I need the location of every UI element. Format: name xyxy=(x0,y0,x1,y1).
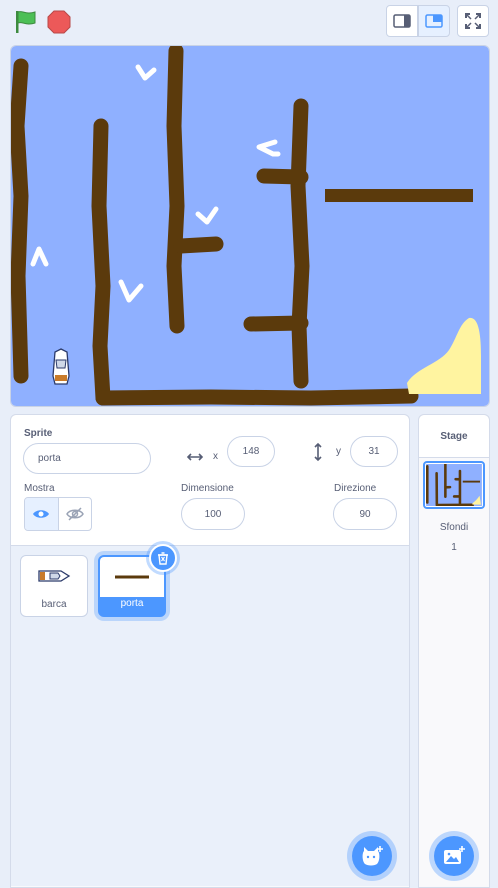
eye-slash-icon xyxy=(65,507,84,521)
fullscreen-icon xyxy=(465,13,481,29)
boat-icon xyxy=(38,570,71,582)
direction-label: Direzione xyxy=(334,483,377,494)
show-label: Mostra xyxy=(24,483,55,494)
choose-sprite-button[interactable] xyxy=(352,836,392,876)
green-flag-button[interactable] xyxy=(12,8,40,36)
backdrop-add-icon xyxy=(444,846,465,864)
stop-icon xyxy=(47,10,71,34)
water-background xyxy=(11,46,489,406)
backdrops-count: 1 xyxy=(451,542,457,553)
sprite-pane: Sprite porta x 148 y 31 Mostra Dimension… xyxy=(10,414,410,888)
size-label: Dimensione xyxy=(181,483,234,494)
stage-panel-header: Stage xyxy=(419,415,489,458)
stage-header xyxy=(0,0,498,44)
backdrops-label: Sfondi xyxy=(439,522,469,533)
delete-sprite-button[interactable] xyxy=(149,544,177,572)
stage-preview-icon xyxy=(426,464,482,506)
show-button[interactable] xyxy=(25,498,59,530)
sprite-info: Sprite porta x 148 y 31 Mostra Dimension… xyxy=(11,415,409,546)
direction-input[interactable]: 90 xyxy=(333,498,397,530)
choose-backdrop-button[interactable] xyxy=(434,836,474,876)
cat-add-icon xyxy=(362,846,383,866)
fullscreen-button[interactable] xyxy=(457,5,489,37)
large-stage-button[interactable] xyxy=(418,5,450,37)
door-icon xyxy=(115,575,149,579)
porta-door-sprite xyxy=(325,189,473,202)
barca-boat-sprite xyxy=(52,348,70,385)
y-label: y xyxy=(336,446,341,457)
sprite-label: Sprite xyxy=(24,428,53,439)
stop-button[interactable] xyxy=(46,9,72,35)
sprite-list: barca porta xyxy=(11,544,409,886)
sprite-tile-porta[interactable]: porta xyxy=(98,544,177,617)
trash-icon xyxy=(158,551,168,565)
sprite-tile-label: barca xyxy=(41,599,67,610)
small-stage-icon xyxy=(393,14,411,28)
stage-canvas[interactable] xyxy=(10,45,490,407)
sprite-tile-label: porta xyxy=(120,598,144,609)
eye-icon xyxy=(33,510,50,518)
y-position-icon xyxy=(314,442,322,462)
maze-game-scene xyxy=(11,46,489,406)
large-stage-icon xyxy=(425,14,443,28)
y-input[interactable]: 31 xyxy=(350,436,398,467)
sprite-thumbnail xyxy=(21,556,87,596)
x-input[interactable]: 148 xyxy=(227,436,275,467)
x-position-icon xyxy=(186,453,204,461)
visibility-toggle xyxy=(24,497,92,531)
small-stage-button[interactable] xyxy=(386,5,418,37)
hide-button[interactable] xyxy=(59,498,92,530)
sprite-tile-barca[interactable]: barca xyxy=(20,555,88,617)
stage-target-pane: Stage Sfondi 1 xyxy=(418,414,490,888)
stage-title: Stage xyxy=(440,431,468,442)
sprite-name-input[interactable]: porta xyxy=(23,443,151,474)
size-input[interactable]: 100 xyxy=(181,498,245,530)
green-flag-icon xyxy=(16,11,36,33)
stage-thumbnail[interactable] xyxy=(423,461,485,509)
x-label: x xyxy=(213,451,218,462)
